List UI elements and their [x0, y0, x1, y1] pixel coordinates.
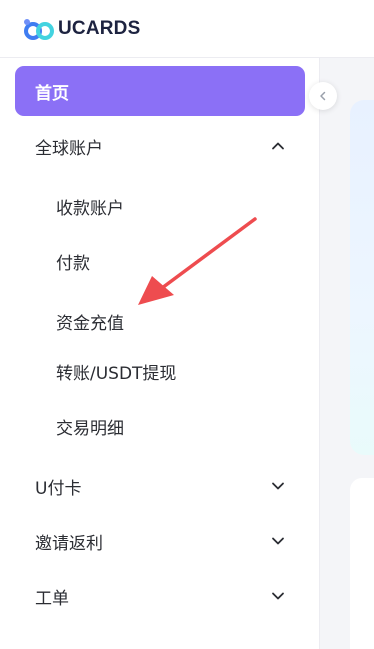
- sidebar-item-label: 付款: [56, 253, 90, 274]
- sidebar-item-transaction-details[interactable]: 交易明细: [15, 401, 305, 451]
- sidebar-group-label: 全球账户: [35, 138, 103, 159]
- chevron-left-icon: [320, 91, 326, 101]
- sidebar-group-u-card[interactable]: U付卡: [15, 461, 305, 511]
- chevron-down-icon: [272, 592, 284, 600]
- sidebar-group-label: 邀请返利: [35, 533, 103, 554]
- sidebar-collapse-button[interactable]: [309, 82, 337, 110]
- sidebar-item-transfer-usdt-withdraw[interactable]: 转账/USDT提现: [15, 346, 305, 396]
- sidebar-item-home[interactable]: 首页: [15, 66, 305, 116]
- sidebar-group-label: U付卡: [35, 478, 82, 499]
- app-window: UCARDS 首页 全球账户 收款账户 付款 资金充值 转账/USDT提现 交易…: [0, 0, 374, 649]
- chevron-down-icon: [272, 482, 284, 490]
- sidebar-item-receiving-account[interactable]: 收款账户: [15, 181, 305, 231]
- infinity-logo-icon: [24, 19, 54, 40]
- brand-logo[interactable]: UCARDS: [22, 16, 140, 42]
- sidebar-group-ticket[interactable]: 工单: [15, 571, 305, 621]
- brand-name: UCARDS: [58, 18, 141, 39]
- sidebar-item-label: 收款账户: [56, 198, 124, 219]
- sidebar-item-fund-top-up[interactable]: 资金充值: [15, 296, 305, 346]
- sidebar-item-payment[interactable]: 付款: [15, 236, 305, 286]
- sidebar-group-referral-rebate[interactable]: 邀请返利: [15, 516, 305, 566]
- main-content-card: [350, 478, 374, 649]
- sidebar-group-global-account[interactable]: 全球账户: [15, 121, 305, 171]
- sidebar-item-label: 交易明细: [56, 418, 124, 439]
- chevron-down-icon: [272, 537, 284, 545]
- sidebar: 首页 全球账户 收款账户 付款 资金充值 转账/USDT提现 交易明细 U付卡: [0, 58, 320, 649]
- chevron-up-icon: [272, 142, 284, 150]
- sidebar-item-label: 首页: [35, 83, 69, 104]
- top-header: UCARDS: [0, 0, 374, 58]
- main-content-banner: [350, 100, 374, 455]
- sidebar-item-label: 资金充值: [56, 313, 124, 334]
- sidebar-item-label: 转账/USDT提现: [56, 363, 177, 384]
- sidebar-group-label: 工单: [35, 588, 69, 609]
